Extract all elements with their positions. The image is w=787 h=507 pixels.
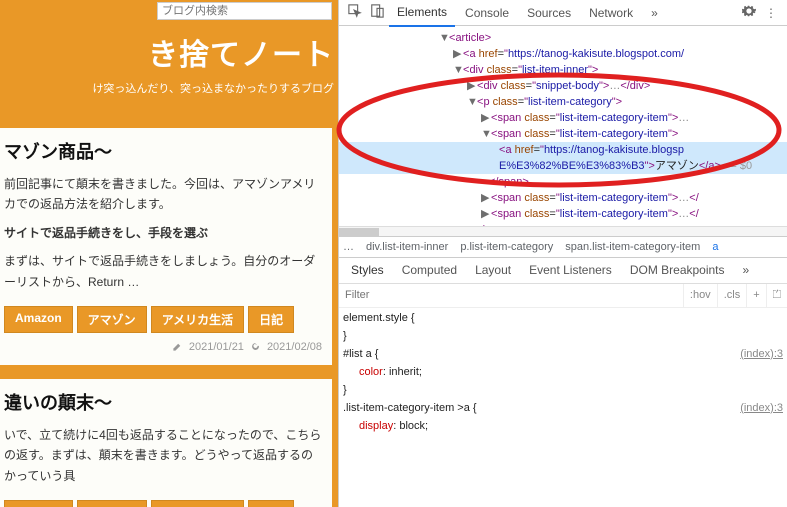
tab-more[interactable]: » xyxy=(643,0,666,26)
search-bar xyxy=(0,0,338,20)
crumb-item[interactable]: a xyxy=(712,241,718,253)
article-card: マゾン商品～ 前回記事にて顛末を書きました。今回は、アマゾンアメリカでの返品方法… xyxy=(0,128,332,365)
tag-link[interactable]: 日記 xyxy=(248,500,294,507)
article-body: 前回記事にて顛末を書きました。今回は、アマゾンアメリカでの返品方法を紹介します。 xyxy=(4,174,322,215)
tag-link[interactable]: アマゾン xyxy=(77,306,147,333)
rule-selector[interactable]: #list a { xyxy=(343,348,378,360)
tag-link[interactable]: Amazon xyxy=(4,500,73,507)
cls-toggle[interactable]: .cls xyxy=(717,284,747,307)
tab-network[interactable]: Network xyxy=(581,0,641,26)
inspect-icon[interactable] xyxy=(345,4,365,21)
tab-console[interactable]: Console xyxy=(457,0,517,26)
crumb-item[interactable]: … xyxy=(343,241,354,253)
more-icon[interactable]: ⏍ xyxy=(766,284,787,307)
tag-link[interactable]: アマゾン xyxy=(77,500,147,507)
tag-link[interactable]: Amazon xyxy=(4,306,73,333)
crumb-item[interactable]: span.list-item-category-item xyxy=(565,241,700,253)
tab-breakpoints[interactable]: DOM Breakpoints xyxy=(622,258,733,282)
dom-href: https://tanog-kakisute.blogspot.com/ xyxy=(508,48,684,60)
rule-selector[interactable]: element.style { xyxy=(343,312,415,324)
tab-layout[interactable]: Layout xyxy=(467,258,519,282)
devtools-tabs: Elements Console Sources Network » ⋮ xyxy=(339,0,787,26)
rule-selector[interactable]: .list-item-category-item >a { xyxy=(343,402,477,414)
tab-listeners[interactable]: Event Listeners xyxy=(521,258,620,282)
device-icon[interactable] xyxy=(367,4,387,21)
crumb-item[interactable]: p.list-item-category xyxy=(460,241,553,253)
tab-styles[interactable]: Styles xyxy=(343,258,392,282)
article-card: 違いの顛末～ いで、立て続けに4回も返品することになったので、こちらの返す。まず… xyxy=(0,379,332,507)
date-updated: 2021/02/08 xyxy=(267,341,322,353)
tag-list: Amazon アマゾン アメリカ生活 日記 xyxy=(4,500,322,507)
article-dates: 2021/01/21 2021/02/08 xyxy=(4,341,322,353)
blog-header: き捨てノート け突っ込んだり、突っ込まなかったりするブログ xyxy=(0,20,338,104)
article-body: いで、立て続けに4回も返品することになったので、こちらの返す。まずは、顛末を書き… xyxy=(4,425,322,486)
search-input[interactable] xyxy=(157,2,332,20)
dom-tree[interactable]: ▼<article> ▶<a href="https://tanog-kakis… xyxy=(339,26,787,226)
tab-sources[interactable]: Sources xyxy=(519,0,579,26)
styles-panel[interactable]: element.style { } (index):3#list a { col… xyxy=(339,308,787,507)
tab-elements[interactable]: Elements xyxy=(389,0,455,27)
breadcrumb[interactable]: … div.list-item-inner p.list-item-catego… xyxy=(339,236,787,258)
blog-title: き捨てノート xyxy=(0,30,334,74)
gear-icon[interactable] xyxy=(739,4,759,21)
styles-filter-input[interactable] xyxy=(339,289,683,301)
kebab-icon[interactable]: ⋮ xyxy=(761,6,781,20)
css-prop[interactable]: display xyxy=(359,420,393,432)
crumb-item[interactable]: div.list-item-inner xyxy=(366,241,448,253)
article-body: まずは、サイトで返品手続きをしましょう。自分のオーダーリストから、Return … xyxy=(4,251,322,292)
devtools-panel: Elements Console Sources Network » ⋮ ▼<a… xyxy=(338,0,787,507)
blog-subtitle: け突っ込んだり、突っ込まなかったりするブログ xyxy=(0,80,334,96)
blog-panel: き捨てノート け突っ込んだり、突っ込まなかったりするブログ マゾン商品～ 前回記… xyxy=(0,0,338,507)
article-title[interactable]: マゾン商品～ xyxy=(4,138,322,164)
article-subhead: サイトで返品手続きをし、手段を選ぶ xyxy=(4,223,322,243)
tag-link[interactable]: アメリカ生活 xyxy=(151,500,244,507)
styles-tabs: Styles Computed Layout Event Listeners D… xyxy=(339,258,787,284)
article-title[interactable]: 違いの顛末～ xyxy=(4,389,322,415)
tag-link[interactable]: 日記 xyxy=(248,306,294,333)
styles-filter-row: :hov .cls + ⏍ xyxy=(339,284,787,308)
add-rule-icon[interactable]: + xyxy=(746,284,765,307)
pencil-icon xyxy=(172,341,183,352)
tab-computed[interactable]: Computed xyxy=(394,258,465,282)
tag-list: Amazon アマゾン アメリカ生活 日記 xyxy=(4,306,322,333)
hov-toggle[interactable]: :hov xyxy=(683,284,717,307)
horizontal-scrollbar[interactable] xyxy=(339,226,787,236)
refresh-icon xyxy=(250,341,261,352)
source-link[interactable]: (index):3 xyxy=(740,346,783,362)
tag-link[interactable]: アメリカ生活 xyxy=(151,306,244,333)
tab-more[interactable]: » xyxy=(735,258,758,282)
source-link[interactable]: (index):3 xyxy=(740,400,783,416)
date-posted: 2021/01/21 xyxy=(189,341,244,353)
css-prop[interactable]: color xyxy=(359,366,383,378)
